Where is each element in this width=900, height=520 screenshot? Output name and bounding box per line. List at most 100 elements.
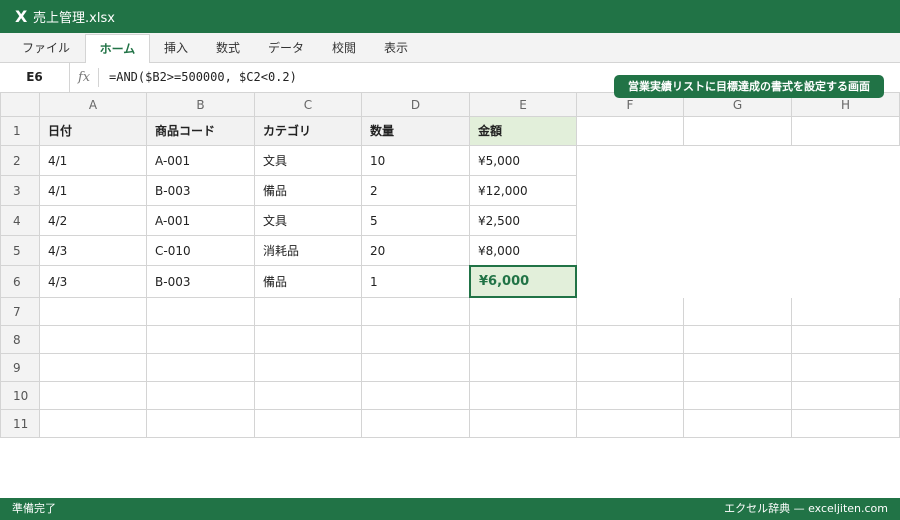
row-header-3[interactable]: 3 <box>0 176 40 206</box>
cell-g8[interactable] <box>684 326 792 354</box>
cell-f1[interactable] <box>577 117 684 146</box>
cell-e3[interactable]: ¥12,000 <box>470 176 577 206</box>
cell-b11[interactable] <box>147 410 255 438</box>
cell-d8[interactable] <box>362 326 470 354</box>
cell-c10[interactable] <box>255 382 362 410</box>
cell-e1[interactable]: 金額 <box>470 117 577 146</box>
cell-b4[interactable]: A-001 <box>147 206 255 236</box>
cell-g1[interactable] <box>684 117 792 146</box>
cell-f7[interactable] <box>577 298 684 326</box>
cell-c4[interactable]: 文具 <box>255 206 362 236</box>
cell-d11[interactable] <box>362 410 470 438</box>
row-header-4[interactable]: 4 <box>0 206 40 236</box>
cell-f11[interactable] <box>577 410 684 438</box>
column-header-e[interactable]: E <box>470 93 577 117</box>
cell-c9[interactable] <box>255 354 362 382</box>
cell-e11[interactable] <box>470 410 577 438</box>
cell-b3[interactable]: B-003 <box>147 176 255 206</box>
cell-c6[interactable]: 備品 <box>255 266 362 298</box>
cell-a7[interactable] <box>40 298 147 326</box>
column-header-d[interactable]: D <box>362 93 470 117</box>
cell-h11[interactable] <box>792 410 900 438</box>
cell-h8[interactable] <box>792 326 900 354</box>
cell-f9[interactable] <box>577 354 684 382</box>
row-header-5[interactable]: 5 <box>0 236 40 266</box>
cell-h9[interactable] <box>792 354 900 382</box>
cell-d10[interactable] <box>362 382 470 410</box>
cell-g10[interactable] <box>684 382 792 410</box>
tab-4[interactable]: データ <box>254 33 318 63</box>
cell-a11[interactable] <box>40 410 147 438</box>
cell-b10[interactable] <box>147 382 255 410</box>
cell-g7[interactable] <box>684 298 792 326</box>
row-header-1[interactable]: 1 <box>0 117 40 146</box>
row-header-9[interactable]: 9 <box>0 354 40 382</box>
column-header-a[interactable]: A <box>40 93 147 117</box>
tab-3[interactable]: 数式 <box>202 33 254 63</box>
row-header-2[interactable]: 2 <box>0 146 40 176</box>
cell-d4[interactable]: 5 <box>362 206 470 236</box>
row-header-11[interactable]: 11 <box>0 410 40 438</box>
row-header-6[interactable]: 6 <box>0 266 40 298</box>
cell-a9[interactable] <box>40 354 147 382</box>
function-icon[interactable]: fx <box>78 63 90 92</box>
cell-a2[interactable]: 4/1 <box>40 146 147 176</box>
cell-g9[interactable] <box>684 354 792 382</box>
cell-d1[interactable]: 数量 <box>362 117 470 146</box>
column-header-c[interactable]: C <box>255 93 362 117</box>
cell-e8[interactable] <box>470 326 577 354</box>
name-box[interactable]: E6 <box>0 63 70 92</box>
cell-d2[interactable]: 10 <box>362 146 470 176</box>
cell-a3[interactable]: 4/1 <box>40 176 147 206</box>
tab-6[interactable]: 表示 <box>370 33 422 63</box>
cell-c7[interactable] <box>255 298 362 326</box>
cell-a8[interactable] <box>40 326 147 354</box>
cell-a5[interactable]: 4/3 <box>40 236 147 266</box>
cell-a10[interactable] <box>40 382 147 410</box>
tab-1[interactable]: ホーム <box>85 34 150 64</box>
cell-e9[interactable] <box>470 354 577 382</box>
cell-b2[interactable]: A-001 <box>147 146 255 176</box>
cell-a4[interactable]: 4/2 <box>40 206 147 236</box>
cell-a6[interactable]: 4/3 <box>40 266 147 298</box>
cell-d9[interactable] <box>362 354 470 382</box>
cell-e6[interactable]: ¥6,000 <box>469 265 577 298</box>
cell-c3[interactable]: 備品 <box>255 176 362 206</box>
cell-d5[interactable]: 20 <box>362 236 470 266</box>
cell-h7[interactable] <box>792 298 900 326</box>
row-header-10[interactable]: 10 <box>0 382 40 410</box>
tab-5[interactable]: 校閲 <box>318 33 370 63</box>
cell-b9[interactable] <box>147 354 255 382</box>
cell-b8[interactable] <box>147 326 255 354</box>
cell-c1[interactable]: カテゴリ <box>255 117 362 146</box>
tab-0[interactable]: ファイル <box>10 33 82 63</box>
cell-e10[interactable] <box>470 382 577 410</box>
select-all-corner[interactable] <box>0 93 40 117</box>
cell-b6[interactable]: B-003 <box>147 266 255 298</box>
cell-e7[interactable] <box>470 298 577 326</box>
cell-g11[interactable] <box>684 410 792 438</box>
cell-d3[interactable]: 2 <box>362 176 470 206</box>
cell-c8[interactable] <box>255 326 362 354</box>
cell-e4[interactable]: ¥2,500 <box>470 206 577 236</box>
cell-f10[interactable] <box>577 382 684 410</box>
cell-c2[interactable]: 文具 <box>255 146 362 176</box>
cell-d7[interactable] <box>362 298 470 326</box>
row-header-8[interactable]: 8 <box>0 326 40 354</box>
cell-e5[interactable]: ¥8,000 <box>470 236 577 266</box>
cell-c5[interactable]: 消耗品 <box>255 236 362 266</box>
cell-a1[interactable]: 日付 <box>40 117 147 146</box>
tab-2[interactable]: 挿入 <box>150 33 202 63</box>
cell-e2[interactable]: ¥5,000 <box>470 146 577 176</box>
row-header-7[interactable]: 7 <box>0 298 40 326</box>
cell-c11[interactable] <box>255 410 362 438</box>
cell-b7[interactable] <box>147 298 255 326</box>
cell-h1[interactable] <box>792 117 900 146</box>
cell-b1[interactable]: 商品コード <box>147 117 255 146</box>
formula-input[interactable]: =AND($B2>=500000, $C2<0.2) <box>109 63 297 92</box>
column-header-b[interactable]: B <box>147 93 255 117</box>
cell-b5[interactable]: C-010 <box>147 236 255 266</box>
cell-f8[interactable] <box>577 326 684 354</box>
cell-d6[interactable]: 1 <box>362 266 470 298</box>
cell-h10[interactable] <box>792 382 900 410</box>
